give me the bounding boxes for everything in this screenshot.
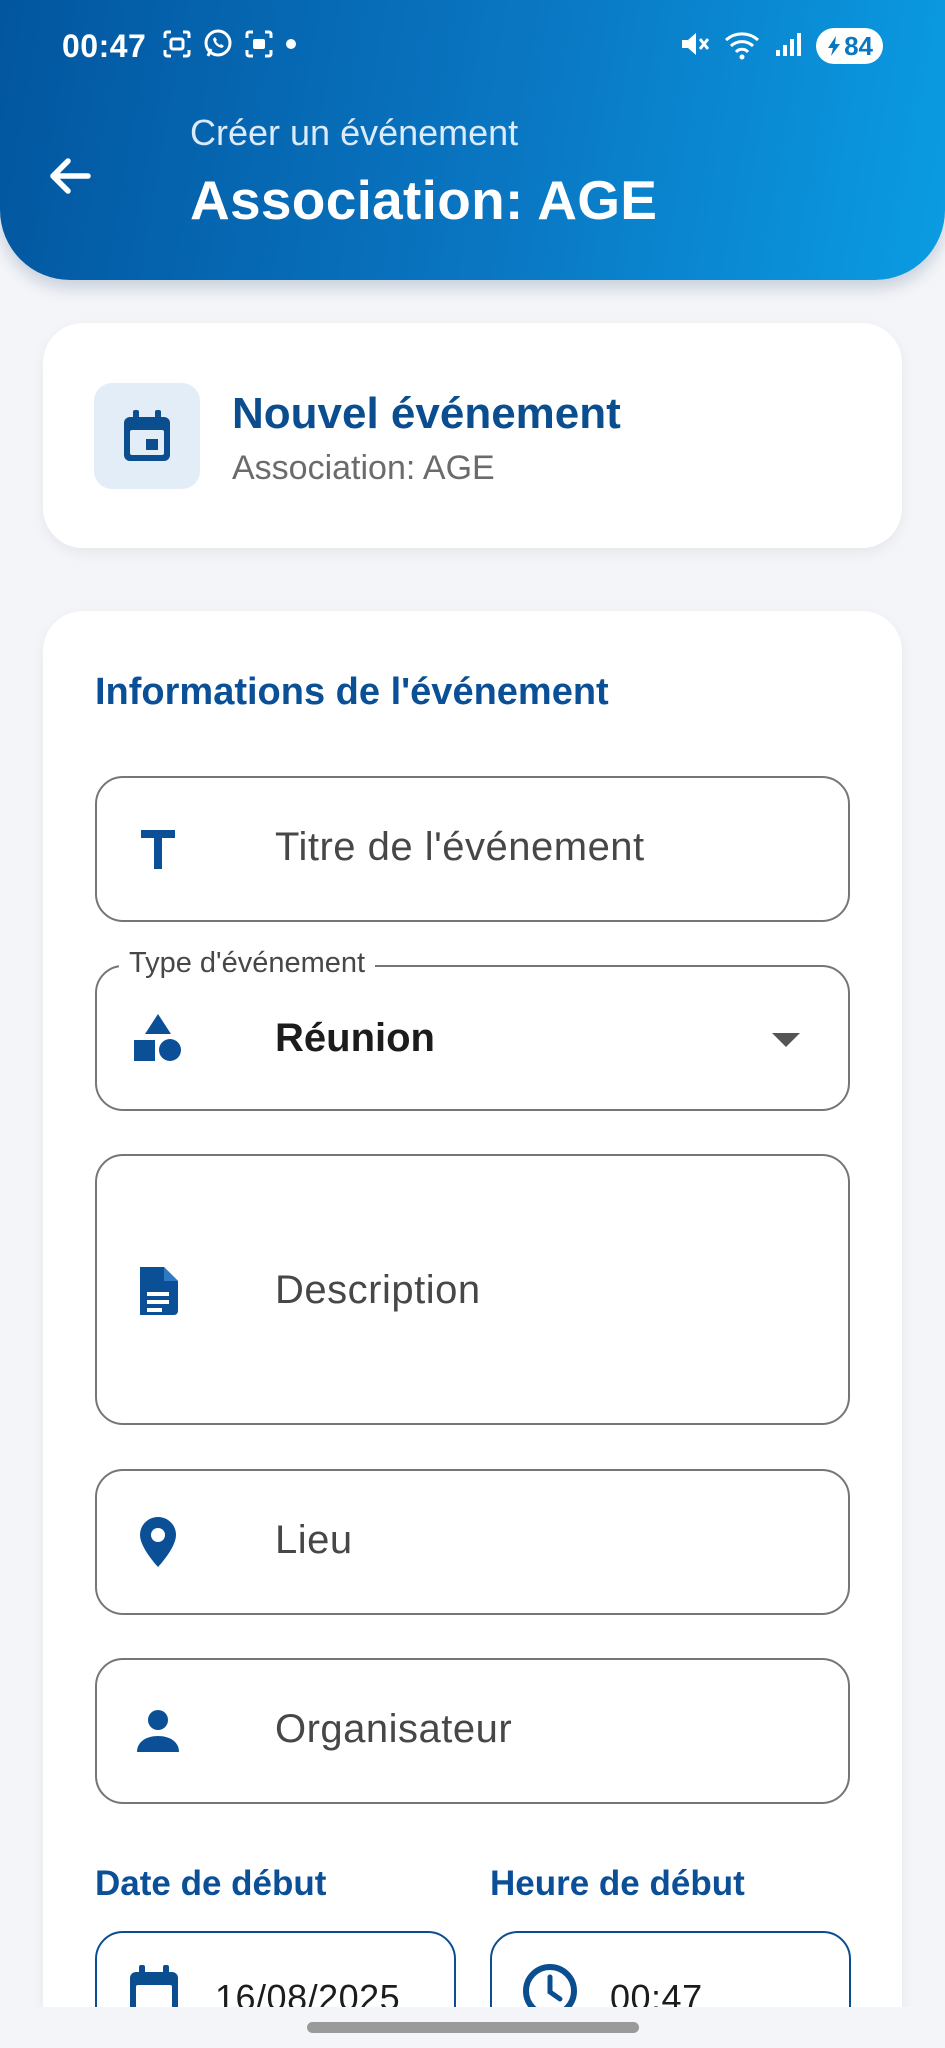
- description-input[interactable]: Description: [95, 1154, 850, 1425]
- event-form-card: Informations de l'événement Titre de l'é…: [43, 611, 902, 2048]
- start-date-label: Date de début: [95, 1864, 327, 1903]
- whatsapp-icon: [202, 28, 234, 65]
- category-icon: [131, 1011, 185, 1065]
- event-type-value: Réunion: [275, 1016, 435, 1060]
- signal-icon: [774, 30, 802, 63]
- location-input[interactable]: Lieu: [95, 1469, 850, 1615]
- section-title: Informations de l'événement: [95, 671, 609, 713]
- card-title: Nouvel événement: [232, 389, 621, 438]
- chevron-down-icon: [772, 1033, 800, 1047]
- wifi-icon: [724, 28, 760, 65]
- calendar-tile: [94, 383, 200, 489]
- event-title-input[interactable]: Titre de l'événement: [95, 776, 850, 922]
- header-title: Association: AGE: [190, 169, 658, 231]
- battery-level: 84: [844, 30, 873, 61]
- description-placeholder: Description: [275, 1268, 481, 1312]
- status-bar: 00:47 84: [62, 26, 883, 66]
- screenshot-icon: [162, 29, 192, 64]
- calendar-icon: [124, 410, 170, 461]
- event-summary-card: Nouvel événement Association: AGE: [43, 323, 902, 548]
- dot-icon: [284, 37, 298, 56]
- person-icon: [131, 1704, 185, 1758]
- status-time: 00:47: [62, 27, 147, 64]
- back-button[interactable]: [44, 150, 102, 202]
- start-time-label: Heure de début: [490, 1864, 745, 1903]
- battery-icon: 84: [816, 28, 883, 64]
- header-subtitle: Créer un événement: [190, 112, 519, 153]
- event-type-select[interactable]: Type d'événement Réunion: [95, 947, 850, 1111]
- location-pin-icon: [131, 1515, 185, 1569]
- organizer-placeholder: Organisateur: [275, 1707, 513, 1751]
- location-placeholder: Lieu: [275, 1518, 353, 1562]
- mute-icon: [678, 28, 710, 65]
- event-title-placeholder: Titre de l'événement: [275, 825, 645, 869]
- app-header: 00:47 84 Créer un événement Association:…: [0, 0, 945, 280]
- document-icon: [131, 1264, 185, 1318]
- screen-record-icon: [244, 29, 274, 64]
- arrow-back-icon: [50, 158, 91, 194]
- home-gesture-handle[interactable]: [307, 2022, 639, 2033]
- organizer-input[interactable]: Organisateur: [95, 1658, 850, 1804]
- card-subtitle: Association: AGE: [232, 449, 495, 487]
- title-icon: [131, 822, 185, 876]
- event-type-label: Type d'événement: [119, 947, 376, 980]
